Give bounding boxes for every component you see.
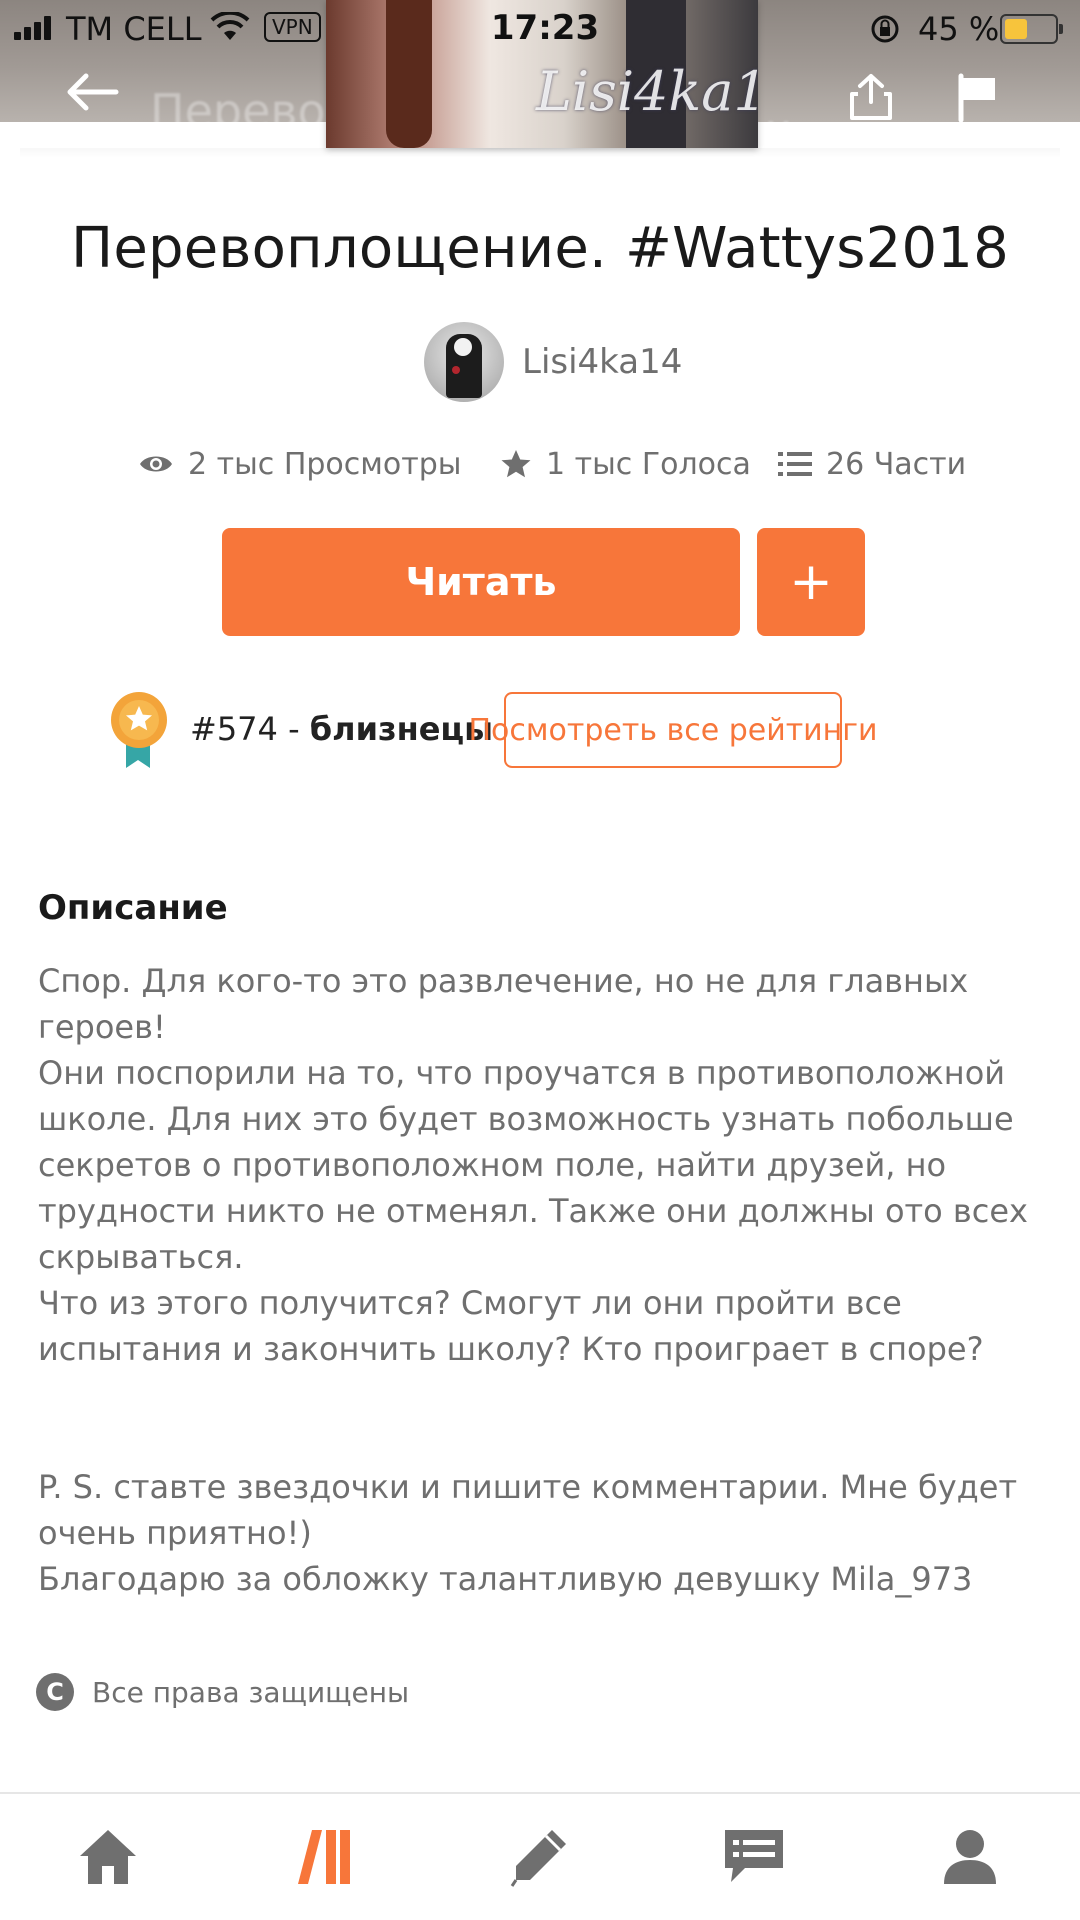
wifi-icon	[210, 12, 250, 40]
ranking-tag: близнецы	[309, 710, 494, 748]
author-name[interactable]: Lisi4ka14	[522, 342, 682, 382]
library-icon	[298, 1830, 350, 1884]
parts-count: 26 Части	[826, 446, 967, 482]
nav-home[interactable]	[48, 1812, 168, 1900]
list-icon	[778, 452, 812, 476]
views-count: 2 тыс Просмотры	[188, 446, 462, 482]
view-all-ratings-button[interactable]: Посмотреть все рейтинги	[468, 692, 878, 768]
flag-icon	[958, 73, 995, 123]
report-button[interactable]	[955, 72, 1025, 132]
share-button[interactable]	[846, 72, 916, 132]
medal-icon	[111, 692, 167, 768]
battery-icon	[1000, 14, 1063, 44]
header-divider	[20, 148, 1060, 158]
share-icon	[850, 74, 892, 120]
status-bar: TM CELL VPN 17:23 45 %	[0, 0, 1080, 56]
views-stat: 2 тыс Просмотры	[138, 444, 461, 484]
cover-watermark: Lisi4ka14	[536, 60, 758, 123]
story-stats: 2 тыс Просмотры 1 тыс Голоса 26 Части	[0, 444, 1080, 484]
messages-icon	[725, 1830, 783, 1882]
nav-library[interactable]	[264, 1812, 384, 1900]
arrow-left-icon	[67, 73, 119, 111]
profile-icon	[944, 1830, 996, 1884]
carrier-name: TM CELL	[66, 10, 202, 48]
description-heading: Описание	[38, 888, 228, 928]
description-text: Спор. Для кого-то это развлечение, но не…	[38, 958, 1048, 1602]
copyright-notice: C Все права защищены	[36, 1670, 409, 1714]
description-paragraph: Спор. Для кого-то это развлечение, но не…	[38, 962, 969, 1046]
status-time: 17:23	[490, 8, 600, 48]
author-row: Lisi4ka14	[0, 322, 1080, 402]
description-paragraph: P. S. ставте звездочки и пишите коммента…	[38, 1468, 1018, 1552]
read-button[interactable]: Читать	[222, 528, 740, 636]
story-details-screen: Перевоплощение. #Wattys2018 Lisi4ka14 TM…	[0, 0, 1080, 1920]
author-link[interactable]: Lisi4ka14	[424, 322, 682, 402]
description-paragraph: Они поспорили на то, что проучатся в про…	[38, 1054, 1028, 1276]
ranking-text: #574 - близнецы	[190, 710, 493, 748]
bottom-navigation	[0, 1792, 1080, 1920]
parts-stat: 26 Части	[778, 444, 966, 484]
copyright-text: Все права защищены	[92, 1675, 410, 1709]
battery-fill	[1005, 19, 1027, 39]
plus-icon: +	[789, 552, 833, 612]
nav-profile[interactable]	[910, 1812, 1030, 1900]
add-to-library-button[interactable]: +	[757, 528, 865, 636]
avatar[interactable]	[424, 322, 504, 402]
vpn-badge: VPN	[264, 12, 321, 42]
signal-icon	[14, 16, 56, 40]
back-button[interactable]	[62, 72, 132, 132]
home-icon	[80, 1830, 136, 1884]
votes-stat: 1 тыс Голоса	[500, 444, 751, 484]
copyright-icon: C	[36, 1673, 74, 1711]
description-paragraph: Что из этого получится? Смогут ли они пр…	[38, 1284, 984, 1368]
nav-messages[interactable]	[694, 1812, 814, 1900]
nav-write[interactable]	[480, 1812, 600, 1900]
description-paragraph: Благодарю за обложку талантливую девушку…	[38, 1560, 973, 1598]
battery-percent: 45 %	[918, 10, 1000, 48]
pencil-icon	[510, 1830, 566, 1887]
eye-icon	[140, 456, 172, 472]
story-title: Перевоплощение. #Wattys2018	[71, 216, 1009, 281]
votes-count: 1 тыс Голоса	[546, 446, 751, 482]
rotation-lock-icon	[871, 15, 899, 43]
star-icon	[501, 450, 531, 478]
ranking-number: #574 -	[190, 710, 310, 748]
